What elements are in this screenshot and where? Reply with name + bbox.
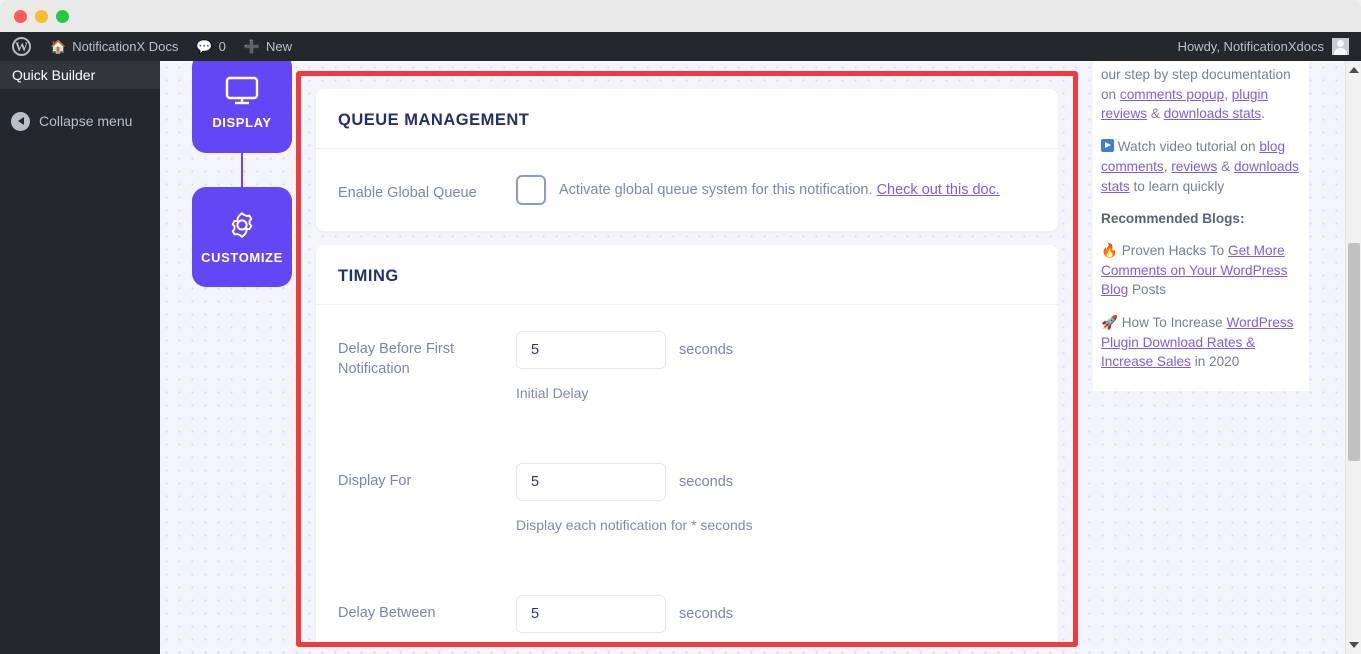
enable-global-queue-row: Enable Global Queue Activate global queu… (338, 175, 1036, 205)
delay-between-unit: seconds (679, 606, 734, 622)
blog2-prefix: How To Increase (1121, 315, 1227, 331)
wordpress-icon: W (12, 37, 31, 56)
display-for-row: Display For seconds Display each notific… (338, 463, 1036, 533)
delay-before-first-helper: Initial Delay (516, 385, 589, 401)
docs-para2-suffix: to learn quickly (1129, 178, 1225, 194)
wordpress-logo-menu[interactable]: W (0, 32, 41, 61)
delay-before-first-input[interactable] (516, 331, 666, 369)
home-icon: 🏠 (50, 38, 67, 54)
queue-management-title: Queue Management (338, 111, 530, 129)
delay-between-input[interactable] (516, 595, 666, 633)
recommended-blog-1: 🔥 Proven Hacks To Get More Comments on Y… (1101, 241, 1301, 300)
step-display-label: DISPLAY (212, 115, 272, 130)
wp-admin-sidebar: Quick Builder Collapse menu (0, 61, 160, 654)
queue-description-text: Activate global queue system for this no… (559, 182, 877, 198)
timing-card: Timing Delay Before First Notification s… (316, 245, 1058, 642)
window-title-bar (0, 0, 1361, 32)
blog2-suffix: in 2020 (1190, 354, 1240, 370)
timing-body: Delay Before First Notification seconds … (316, 305, 1058, 642)
scroll-down-arrow-icon[interactable] (1349, 642, 1359, 648)
fire-icon: 🔥 (1101, 242, 1118, 258)
blog1-suffix: Posts (1128, 282, 1166, 298)
comment-bubble-icon: 💬 (196, 38, 213, 54)
comments-menu[interactable]: 💬 0 (187, 32, 234, 61)
queue-doc-link[interactable]: Check out this doc. (877, 182, 1000, 198)
scroll-up-arrow-icon[interactable] (1349, 67, 1359, 73)
delay-between-label: Delay Between (338, 605, 436, 621)
collapse-arrow-icon (11, 111, 30, 131)
step-customize[interactable]: CUSTOMIZE (192, 187, 292, 287)
my-account-menu[interactable]: Howdy, NotificationXdocs (1178, 38, 1361, 55)
highlight-annotation-box: Queue Management Enable Global Queue Act… (296, 71, 1078, 647)
timing-header: Timing (316, 245, 1058, 305)
step-display[interactable]: DISPLAY (192, 61, 292, 153)
link-comments-popup[interactable]: comments popup (1120, 87, 1224, 102)
display-for-label: Display For (338, 473, 412, 489)
display-for-helper: Display each notification for * seconds (516, 517, 753, 533)
delay-between-row: Delay Between seconds Delay between each… (338, 595, 1036, 642)
queue-management-header: Queue Management (316, 89, 1058, 149)
comments-count: 0 (218, 39, 226, 54)
timing-title: Timing (338, 267, 399, 285)
delay-before-first-unit: seconds (679, 342, 734, 358)
step-customize-label: CUSTOMIZE (201, 250, 283, 265)
enable-global-queue-checkbox[interactable] (516, 175, 546, 205)
wp-admin-bar: W 🏠 NotificationX Docs 💬 0 ➕ New Howdy, … (0, 32, 1361, 61)
delay-before-first-row: Delay Before First Notification seconds … (338, 331, 1036, 401)
site-name-menu[interactable]: 🏠 NotificationX Docs (41, 32, 187, 61)
enable-global-queue-description: Activate global queue system for this no… (559, 182, 1000, 198)
howdy-label: Howdy, NotificationXdocs (1177, 39, 1324, 54)
collapse-menu-button[interactable]: Collapse menu (0, 106, 160, 136)
traffic-lights (14, 10, 69, 23)
gear-icon (231, 212, 253, 238)
docs-paragraph-2: Watch video tutorial on blog comments, r… (1101, 139, 1299, 194)
collapse-menu-label: Collapse menu (39, 113, 133, 129)
step-connector (241, 153, 243, 187)
queue-management-card: Queue Management Enable Global Queue Act… (316, 89, 1058, 231)
enable-global-queue-label: Enable Global Queue (338, 185, 477, 201)
delay-before-first-label: Delay Before First Notification (338, 341, 455, 377)
display-for-unit: seconds (679, 474, 734, 490)
page-scrollbar[interactable] (1345, 61, 1361, 654)
link-reviews[interactable]: reviews (1171, 159, 1217, 174)
maximize-window-button[interactable] (56, 10, 69, 23)
queue-management-body: Enable Global Queue Activate global queu… (316, 149, 1058, 231)
link-downloads-stats[interactable]: downloads stats (1164, 106, 1261, 121)
plus-icon: ➕ (243, 38, 261, 54)
avatar (1332, 38, 1349, 55)
site-name-label: NotificationX Docs (72, 39, 179, 54)
builder-step-rail: DISPLAY CUSTOMIZE (192, 61, 292, 287)
docs-para2-prefix: Watch video tutorial on (1117, 139, 1260, 155)
close-window-button[interactable] (14, 10, 27, 23)
rocket-icon: 🚀 (1101, 315, 1118, 331)
blog1-prefix: Proven Hacks To (1121, 242, 1228, 258)
minimize-window-button[interactable] (35, 10, 48, 23)
scrollbar-thumb[interactable] (1348, 243, 1360, 461)
video-icon (1101, 139, 1114, 153)
docs-paragraph-1: our step by step documentation on commen… (1101, 67, 1291, 122)
sidebar-item-label: Quick Builder (12, 67, 96, 83)
recommended-blogs-title: Recommended Blogs: (1101, 211, 1245, 227)
new-label: New (266, 39, 293, 54)
recommended-blog-2: 🚀 How To Increase WordPress Plugin Downl… (1101, 313, 1301, 372)
docs-help-panel: our step by step documentation on commen… (1093, 61, 1309, 391)
sidebar-item-quick-builder[interactable]: Quick Builder (0, 61, 160, 89)
monitor-icon (225, 76, 259, 105)
display-for-input[interactable] (516, 463, 666, 501)
new-content-menu[interactable]: ➕ New (235, 32, 301, 61)
